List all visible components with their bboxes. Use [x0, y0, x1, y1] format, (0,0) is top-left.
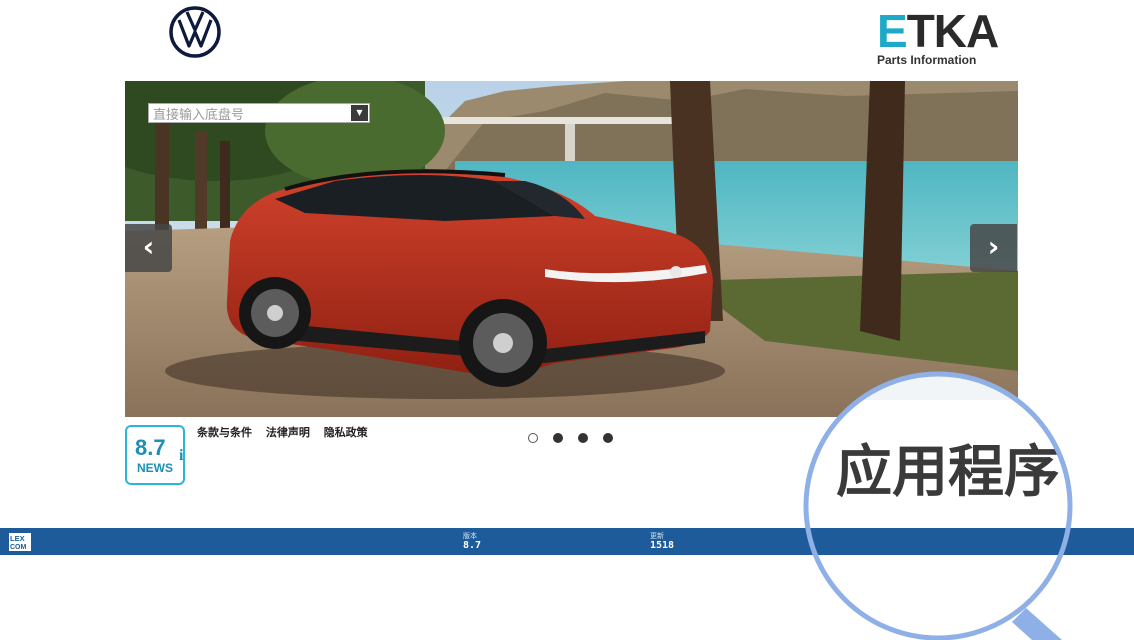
carousel-dot[interactable] — [578, 433, 588, 443]
legal-notice-link[interactable]: 法律声明 — [266, 426, 310, 439]
lexcom-bottom: COM — [10, 544, 27, 551]
terms-link[interactable]: 条款与条件 — [197, 426, 252, 439]
carousel-dot[interactable] — [603, 433, 613, 443]
carousel-indicators — [528, 428, 628, 447]
chevron-right-icon: › — [987, 230, 1000, 263]
chevron-left-icon: ‹ — [142, 230, 155, 263]
carousel-prev-button[interactable]: ‹ — [125, 224, 172, 272]
etka-logo: ETKA Parts Information — [877, 5, 1001, 67]
carousel-slide — [125, 81, 1018, 417]
etka-title: ETKA — [877, 5, 999, 57]
lexcom-top: LEX — [10, 534, 25, 543]
status-bar — [0, 528, 1134, 555]
footer-links: 条款与条件 法律声明 隐私政策 — [197, 424, 378, 440]
version-value: 8.7 — [463, 540, 482, 551]
carousel-next-button[interactable]: › — [970, 224, 1017, 272]
carousel-dot[interactable] — [528, 433, 538, 443]
info-icon: i — [179, 447, 184, 464]
privacy-policy-link[interactable]: 隐私政策 — [324, 426, 368, 439]
lexcom-logo-icon: LEX COM — [9, 533, 31, 551]
triangle-down-icon[interactable]: ▼ — [351, 105, 368, 121]
news-version: 8.7 — [135, 435, 166, 460]
magnified-text: 应用程序 — [836, 440, 1060, 505]
news-label: NEWS — [137, 461, 173, 475]
news-badge[interactable]: 8.7 NEWS i — [125, 425, 185, 485]
carousel-dot[interactable] — [553, 433, 563, 443]
magnifier-handle-icon — [1012, 608, 1062, 640]
vw-logo-icon — [169, 6, 221, 58]
vin-search-input[interactable] — [149, 106, 353, 125]
vin-search-combobox[interactable]: ▼ — [148, 103, 370, 125]
update-value: 1518 — [650, 540, 675, 551]
